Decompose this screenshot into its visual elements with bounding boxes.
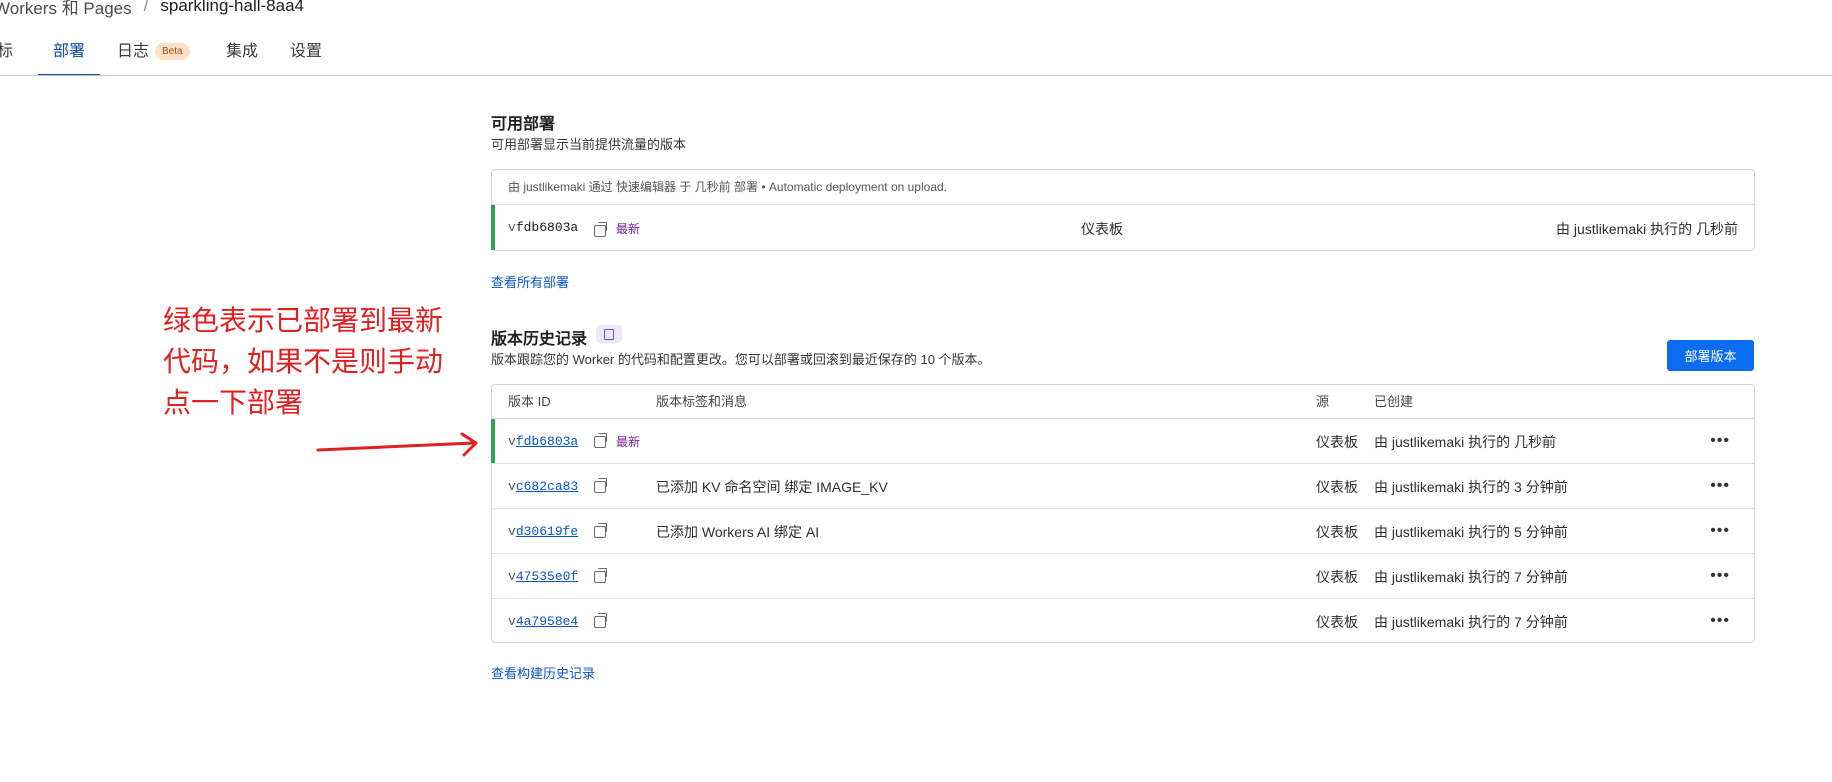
- version-id: vfdb6803a: [508, 434, 578, 449]
- version-source: 仪表板: [1316, 569, 1358, 585]
- breadcrumb-parent-link[interactable]: Workers 和 Pages: [0, 0, 132, 19]
- row-menu-icon[interactable]: •••: [1710, 432, 1730, 450]
- table-row: vc682ca83 已添加 KV 命名空间 绑定 IMAGE_KV 仪表板 由 …: [492, 464, 1754, 509]
- version-created: 由 justlikemaki 执行的 几秒前: [1374, 434, 1557, 450]
- tab-bar: 指标 部署 日志 Beta 集成 设置: [0, 34, 1832, 76]
- view-build-history-link[interactable]: 查看构建历史记录: [491, 663, 595, 682]
- active-deployment-row: vfdb6803a 最新 仪表板 由 justlikemaki 执行的 几秒前: [491, 205, 1754, 250]
- version-id: vd30619fe: [508, 524, 578, 539]
- version-hash-link[interactable]: d30619fe: [516, 524, 578, 539]
- beta-badge: Beta: [155, 43, 190, 60]
- version-prefix: v: [508, 434, 516, 449]
- row-menu-icon[interactable]: •••: [1710, 612, 1730, 630]
- view-all-deployments-link[interactable]: 查看所有部署: [491, 272, 569, 291]
- active-indicator: [491, 419, 495, 463]
- table-header: 版本 ID 版本标签和消息 源 已创建: [492, 385, 1754, 419]
- version-id: v4a7958e4: [508, 614, 578, 629]
- column-version-id: 版本 ID: [508, 394, 551, 409]
- breadcrumb-separator: /: [143, 0, 149, 15]
- deploy-version-button[interactable]: 部署版本: [1667, 340, 1754, 371]
- table-row: v47535e0f 仪表板 由 justlikemaki 执行的 7 分钟前 •…: [492, 554, 1754, 599]
- version-source: 仪表板: [1316, 614, 1358, 630]
- copy-icon[interactable]: [594, 478, 607, 493]
- version-hash-link[interactable]: 4a7958e4: [516, 614, 578, 629]
- version-prefix: v: [508, 614, 516, 629]
- row-menu-icon[interactable]: •••: [1710, 522, 1730, 540]
- version-history-subtitle: 版本跟踪您的 Worker 的代码和配置更改。您可以部署或回滚到最近保存的 10…: [491, 352, 991, 367]
- version-created: 由 justlikemaki 执行的 7 分钟前: [1374, 569, 1568, 585]
- deployment-source: 仪表板: [1081, 221, 1123, 237]
- copy-icon[interactable]: [594, 568, 607, 583]
- active-version-id: vfdb6803a: [508, 220, 578, 235]
- column-created: 已创建: [1374, 394, 1414, 409]
- table-row: vd30619fe 已添加 Workers AI 绑定 AI 仪表板 由 jus…: [492, 509, 1754, 554]
- copy-icon[interactable]: [594, 222, 607, 237]
- version-id: v47535e0f: [508, 569, 578, 584]
- tabs-divider: [0, 75, 1832, 76]
- version-history-title: 版本历史记录: [491, 331, 588, 348]
- deployment-created: 由 justlikemaki 执行的 几秒前: [1555, 221, 1738, 237]
- version-source: 仪表板: [1316, 524, 1358, 540]
- breadcrumb-current: sparkling-hall-8aa4: [160, 0, 304, 15]
- column-tags-messages: 版本标签和消息: [656, 394, 748, 409]
- version-history-table: 版本 ID 版本标签和消息 源 已创建 vfdb6803a 最新 仪表板 由 j…: [491, 384, 1755, 643]
- version-hash-link[interactable]: 47535e0f: [516, 569, 578, 584]
- version-id: vc682ca83: [508, 479, 578, 494]
- deployment-meta: 由 justlikemaki 通过 快速编辑器 于 几秒前 部署 • Autom…: [492, 170, 1754, 205]
- table-row: v4a7958e4 仪表板 由 justlikemaki 执行的 7 分钟前 •…: [492, 599, 1754, 643]
- active-deployments-title: 可用部署: [491, 116, 556, 133]
- column-source: 源: [1316, 394, 1330, 409]
- version-prefix: v: [508, 479, 516, 494]
- tab-logs-label: 日志: [117, 43, 150, 60]
- latest-badge: 最新: [616, 435, 641, 449]
- copy-icon[interactable]: [594, 433, 607, 448]
- copy-icon[interactable]: [594, 523, 607, 538]
- row-menu-icon[interactable]: •••: [1710, 567, 1730, 585]
- breadcrumb: Workers 和 Pages / sparkling-hall-8aa4: [0, 0, 304, 18]
- latest-badge: 最新: [616, 222, 641, 236]
- version-message: 已添加 KV 命名空间 绑定 IMAGE_KV: [656, 479, 888, 495]
- version-created: 由 justlikemaki 执行的 7 分钟前: [1374, 614, 1568, 630]
- version-source: 仪表板: [1316, 434, 1358, 450]
- version-message: 已添加 Workers AI 绑定 AI: [656, 524, 820, 540]
- annotation-text: 绿色表示已部署到最新代码，如果不是则手动点一下部署: [163, 305, 444, 418]
- version-hash-link[interactable]: c682ca83: [516, 479, 578, 494]
- tab-settings[interactable]: 设置: [290, 34, 322, 76]
- version-prefix: v: [508, 569, 516, 584]
- tab-logs[interactable]: 日志 Beta: [117, 34, 190, 76]
- active-deployment-card: 由 justlikemaki 通过 快速编辑器 于 几秒前 部署 • Autom…: [491, 169, 1755, 251]
- copy-icon[interactable]: [594, 613, 607, 628]
- tab-integrations[interactable]: 集成: [226, 34, 258, 76]
- table-row: vfdb6803a 最新 仪表板 由 justlikemaki 执行的 几秒前 …: [491, 419, 1754, 464]
- row-menu-icon[interactable]: •••: [1710, 477, 1730, 495]
- version-created: 由 justlikemaki 执行的 3 分钟前: [1374, 479, 1568, 495]
- version-prefix: v: [508, 524, 516, 539]
- tab-metrics[interactable]: 指标: [0, 34, 13, 76]
- version-prefix: v: [508, 220, 516, 235]
- docs-icon[interactable]: [596, 325, 622, 343]
- active-deployments-subtitle: 可用部署显示当前提供流量的版本: [491, 137, 687, 152]
- version-source: 仪表板: [1316, 479, 1358, 495]
- version-hash: fdb6803a: [515, 220, 579, 235]
- annotation-arrow-icon: [316, 432, 478, 457]
- version-created: 由 justlikemaki 执行的 5 分钟前: [1374, 524, 1568, 540]
- active-indicator: [491, 205, 495, 250]
- version-hash-link[interactable]: fdb6803a: [516, 434, 578, 449]
- tab-deployments[interactable]: 部署: [37, 34, 101, 76]
